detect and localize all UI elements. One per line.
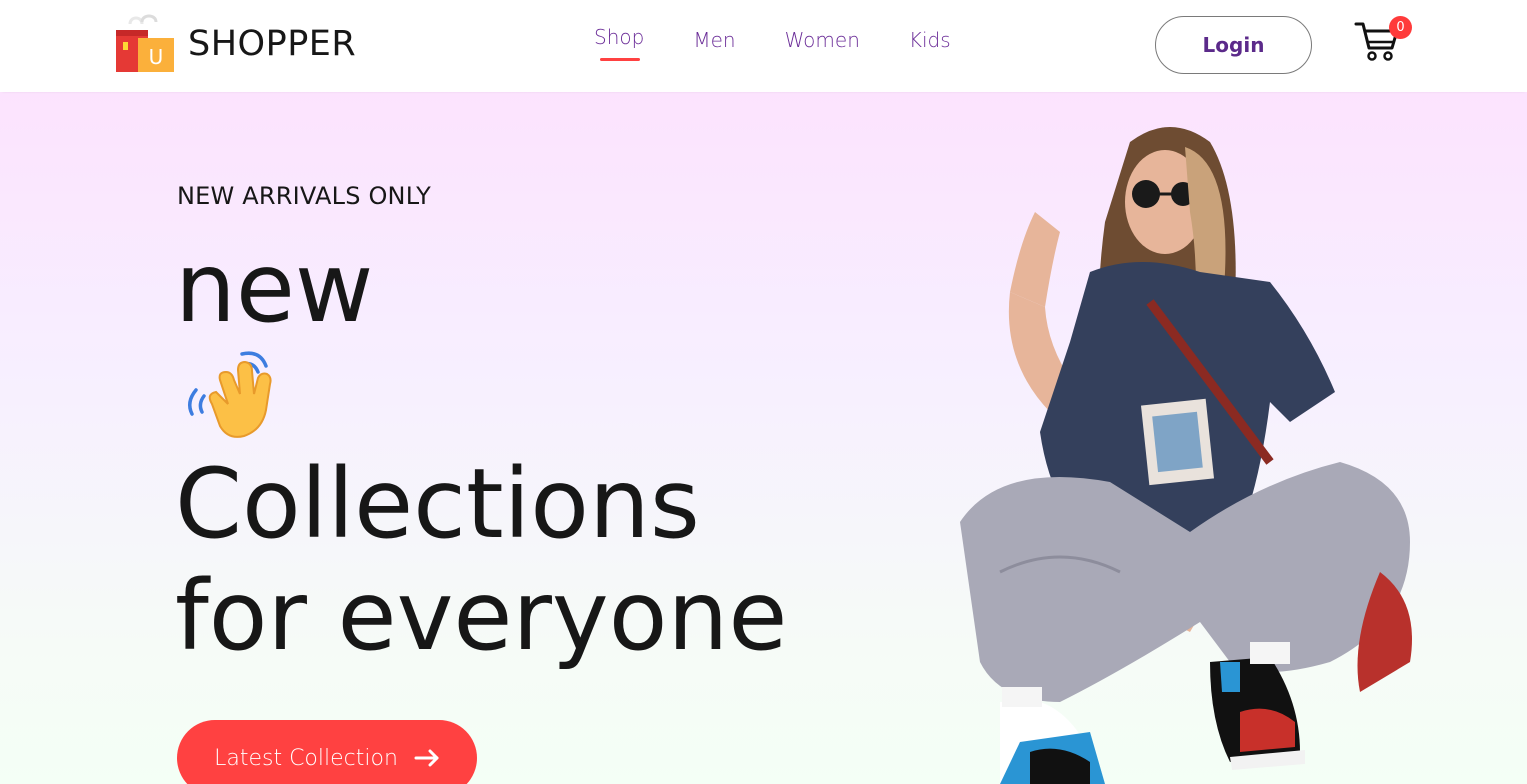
latest-collection-button[interactable]: Latest Collection [177, 720, 477, 784]
hero-tagline: NEW ARRIVALS ONLY [177, 182, 431, 210]
nav-menu: Shop Men Women Kids [594, 25, 951, 61]
nav-item-label: Men [693, 28, 736, 52]
nav-item-label: Kids [908, 28, 951, 52]
nav-item-label: Shop [594, 25, 645, 49]
hero-heading-line1: new [175, 232, 374, 344]
waving-hand-icon [188, 351, 272, 438]
nav-item-men[interactable]: Men [693, 28, 735, 52]
arrow-right-icon [414, 749, 439, 767]
logo[interactable]: U SHOPPER [112, 14, 356, 74]
logo-text: SHOPPER [188, 24, 357, 64]
logo-badge-text: U [149, 45, 164, 69]
nav-item-shop[interactable]: Shop [594, 25, 645, 61]
hero-model-image [960, 127, 1412, 784]
cart-count-badge: 0 [1389, 16, 1412, 39]
nav-item-kids[interactable]: Kids [909, 28, 951, 52]
active-underline [600, 58, 640, 61]
hero-section: NEW ARRIVALS ONLY new Collections for ev… [0, 92, 1527, 784]
shopping-bag-icon: U [116, 14, 174, 72]
navbar: U SHOPPER Shop Men Women Kids Login 0 [0, 0, 1527, 92]
cta-label: Latest Collection [214, 745, 398, 771]
nav-item-women[interactable]: Women [785, 28, 860, 52]
hero-heading-line3: for everyone [175, 560, 788, 672]
nav-item-label: Women [784, 28, 860, 52]
hero-heading-line2: Collections [175, 448, 700, 560]
login-button[interactable]: Login [1155, 16, 1312, 74]
